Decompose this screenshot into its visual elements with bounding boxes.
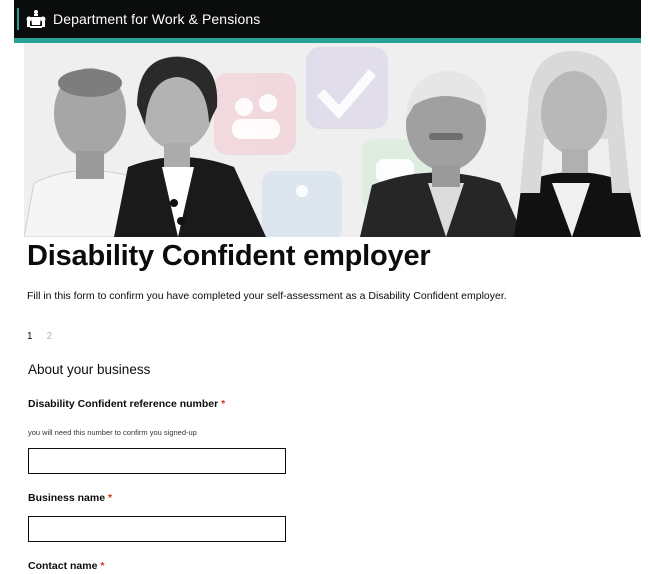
reference-number-hint: you will need this number to confirm you… [28,428,197,437]
intro-text: Fill in this form to confirm you have co… [27,290,507,302]
hero-image [24,43,641,237]
royal-crest-icon [26,10,46,28]
required-marker: * [221,398,226,410]
site-header: Department for Work & Pensions [14,0,641,38]
brand-line [17,8,19,30]
people-tile-icon [214,73,296,155]
page-title: Disability Confident employer [27,240,431,272]
contact-name-label: Contact name * [28,560,105,572]
department-name[interactable]: Department for Work & Pensions [53,11,260,27]
required-marker: * [107,492,113,504]
required-marker: * [100,560,105,572]
reference-number-input[interactable] [28,448,286,474]
hero-banner [24,43,641,237]
wheelchair-tile-icon [262,171,342,237]
section-title: About your business [28,362,151,377]
reference-number-label: Disability Confident reference number * [28,398,226,410]
step-2[interactable]: 2 [47,331,53,342]
business-name-input[interactable] [28,516,286,542]
step-1[interactable]: 1 [27,331,33,342]
check-tile-icon [306,47,388,129]
business-name-label: Business name * [28,492,113,504]
step-indicator: 1 2 [27,331,52,342]
